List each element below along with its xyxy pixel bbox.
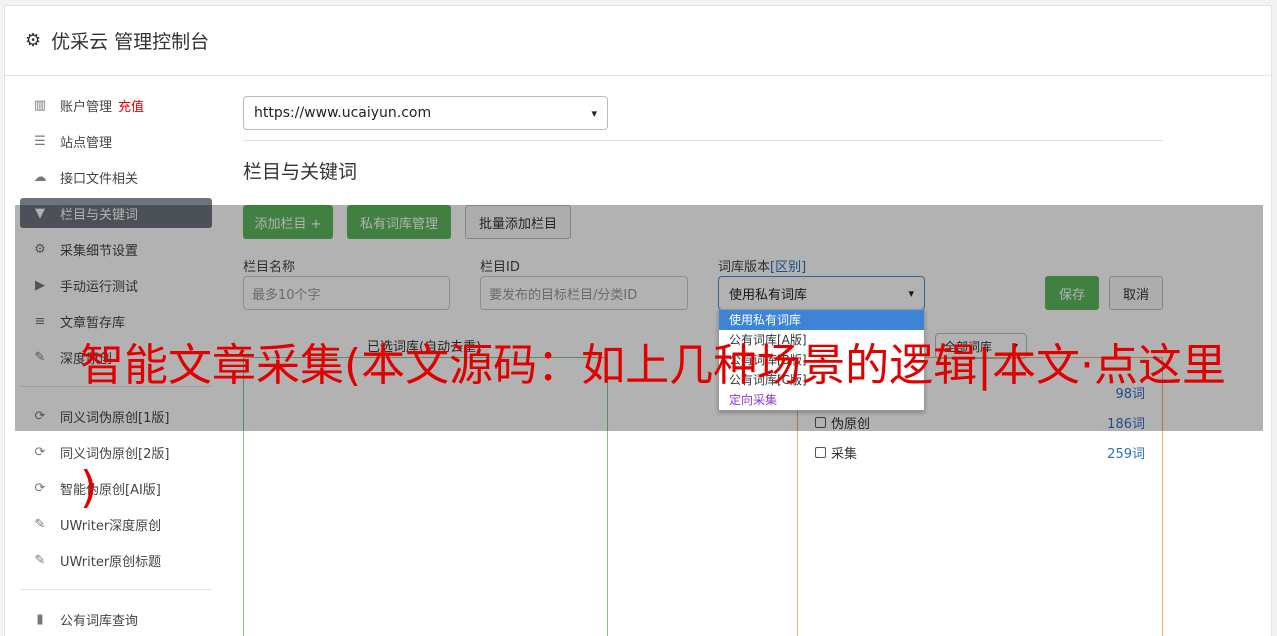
- book-icon: ▮: [36, 611, 44, 627]
- sidebar-item-label: UWriter原创标题: [60, 554, 162, 570]
- sidebar-item-article-storage[interactable]: ≡ 文章暂存库: [20, 306, 212, 336]
- sidebar-item-manual-test[interactable]: ▶ 手动运行测试: [20, 270, 212, 300]
- cogs-icon: ⚙: [34, 241, 46, 257]
- sidebar-item-label: 站点管理: [60, 135, 113, 151]
- recharge-link[interactable]: 充值: [118, 96, 144, 115]
- sidebar-item-label: 同义词伪原创[1版]: [60, 410, 170, 426]
- lib-count: 259词: [1107, 447, 1145, 462]
- sidebar-item-label: 智能伪原创[AI版]: [60, 482, 161, 498]
- cancel-button[interactable]: 取消: [1109, 276, 1163, 310]
- sidebar-item-label: 文章暂存库: [60, 315, 126, 331]
- save-button[interactable]: 保存: [1045, 276, 1099, 310]
- sidebar-item-columns-keywords[interactable]: ▼ 栏目与关键词: [20, 198, 212, 228]
- edit-icon: ✎: [34, 516, 46, 532]
- site-select-value: https://www.ucaiyun.com: [254, 105, 432, 121]
- promo-banner-tail: ): [80, 462, 98, 513]
- private-lib-button[interactable]: 私有词库管理: [347, 205, 451, 239]
- selected-libs-box[interactable]: [243, 357, 608, 636]
- version-select[interactable]: 使用私有词库 ▾: [718, 276, 925, 310]
- sidebar-item-synonym-v2[interactable]: ⟳ 同义词伪原创[2版]: [20, 437, 212, 467]
- database-icon: ≡: [34, 313, 46, 329]
- sidebar-item-uwriter-title[interactable]: ✎ UWriter原创标题: [20, 545, 212, 575]
- lib-count: 186词: [1107, 417, 1145, 432]
- list-item[interactable]: 采集 259词: [815, 443, 1145, 462]
- add-column-button[interactable]: 添加栏目 +: [243, 205, 333, 239]
- lib-checkbox[interactable]: 伪原创: [815, 413, 870, 432]
- lib-name: 采集: [831, 447, 858, 462]
- sidebar-item-label: 手动运行测试: [60, 279, 139, 295]
- sidebar-item-label: 栏目与关键词: [60, 207, 139, 223]
- refresh-icon: ⟳: [34, 480, 46, 496]
- sidebar-item-ai-rewrite[interactable]: ⟳ 智能伪原创[AI版]: [20, 473, 212, 503]
- edit-icon: ✎: [34, 552, 46, 568]
- sidebar-divider: [20, 589, 212, 590]
- column-name-label: 栏目名称: [243, 260, 296, 275]
- section-divider: [243, 140, 1163, 141]
- cloud-upload-icon: ☁: [33, 169, 47, 185]
- sidebar-item-label: 公有词库查询: [60, 613, 139, 629]
- promo-banner[interactable]: 智能文章采集(本文源码：如上几种场景的逻辑|本文·点这里: [80, 340, 1226, 392]
- version-diff-link[interactable]: [区别]: [770, 260, 806, 275]
- column-id-input[interactable]: 要发布的目标栏目/分类ID: [480, 276, 688, 310]
- sidebar-item-label: 账户管理: [60, 99, 113, 115]
- sidebar-item-label: 采集细节设置: [60, 243, 139, 259]
- play-circle-icon: ▶: [35, 277, 45, 293]
- sidebar-item-uwriter-original[interactable]: ✎ UWriter深度原创: [20, 509, 212, 539]
- sidebar-item-public-lib-query[interactable]: ▮ 公有词库查询: [20, 604, 212, 634]
- app-header: ⚙ 优采云 管理控制台: [5, 6, 1271, 76]
- sidebar-item-synonym-v1[interactable]: ⟳ 同义词伪原创[1版]: [20, 401, 212, 431]
- refresh-icon: ⟳: [34, 408, 46, 424]
- sidebar-item-label: UWriter深度原创: [60, 518, 162, 534]
- sidebar-item-collect-settings[interactable]: ⚙ 采集细节设置: [20, 234, 212, 264]
- version-label-text: 词库版本: [718, 260, 771, 275]
- column-id-label: 栏目ID: [480, 260, 520, 275]
- chevron-down-icon: ▾: [908, 286, 914, 300]
- list-item[interactable]: 伪原创 186词: [815, 413, 1145, 432]
- sidebar-item-label: 接口文件相关: [60, 171, 139, 187]
- section-title: 栏目与关键词: [243, 161, 358, 183]
- gear-icon: ⚙: [25, 30, 42, 51]
- refresh-icon: ⟳: [34, 444, 46, 460]
- version-label: 词库版本[区别]: [718, 256, 806, 275]
- sidebar-item-account[interactable]: ▥ 账户管理 充值: [20, 90, 212, 120]
- filter-icon: ▼: [35, 205, 45, 221]
- sidebar-item-interface-files[interactable]: ☁ 接口文件相关: [20, 162, 212, 192]
- site-select[interactable]: https://www.ucaiyun.com ▾: [243, 96, 608, 130]
- chevron-down-icon: ▾: [591, 106, 597, 120]
- sidebar-item-sites[interactable]: ☰ 站点管理: [20, 126, 212, 156]
- lib-name: 伪原创: [831, 417, 871, 432]
- bar-chart-icon: ▥: [33, 97, 47, 113]
- column-name-input[interactable]: 最多10个字: [243, 276, 450, 310]
- server-icon: ☰: [34, 133, 46, 149]
- dropdown-option[interactable]: 使用私有词库: [719, 310, 924, 330]
- batch-add-button[interactable]: 批量添加栏目: [465, 205, 571, 239]
- dropdown-option[interactable]: 定向采集: [719, 390, 924, 410]
- version-select-value: 使用私有词库: [729, 287, 808, 303]
- edit-icon: ✎: [34, 349, 46, 365]
- sidebar-item-label: 同义词伪原创[2版]: [60, 446, 170, 462]
- app-title: 优采云 管理控制台: [51, 31, 210, 53]
- lib-checkbox[interactable]: 采集: [815, 443, 857, 462]
